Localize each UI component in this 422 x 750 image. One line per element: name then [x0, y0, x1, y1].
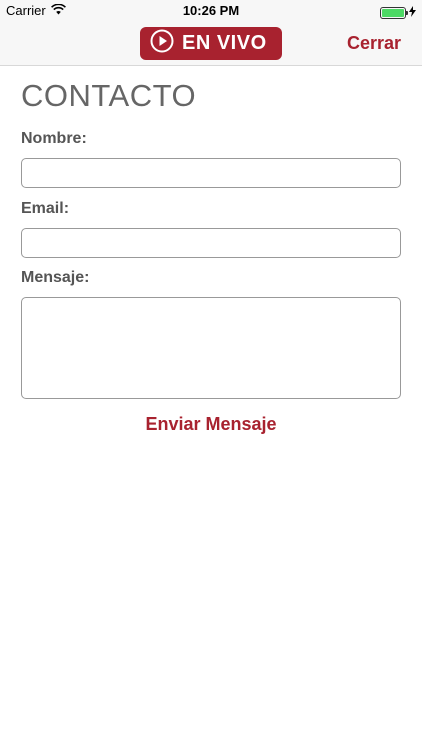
status-time: 10:26 PM [182, 3, 240, 18]
email-label: Email: [21, 200, 70, 217]
live-button[interactable]: EN VIVO [140, 27, 282, 60]
status-right-group [380, 5, 416, 20]
nav-bar: EN VIVO Cerrar [0, 22, 422, 66]
live-label: EN VIVO [182, 32, 267, 54]
close-button[interactable]: Cerrar [347, 33, 401, 54]
name-label: Nombre: [21, 130, 87, 147]
email-input[interactable] [21, 228, 401, 258]
send-message-button[interactable]: Enviar Mensaje [0, 414, 422, 435]
message-textarea[interactable] [21, 297, 401, 399]
page-title: CONTACTO [21, 78, 197, 113]
bolt-icon [409, 5, 416, 20]
battery-icon [380, 6, 408, 19]
status-bar: Carrier 10:26 PM [0, 0, 422, 22]
message-label: Mensaje: [21, 269, 90, 286]
name-input[interactable] [21, 158, 401, 188]
play-circle-icon [150, 29, 174, 58]
